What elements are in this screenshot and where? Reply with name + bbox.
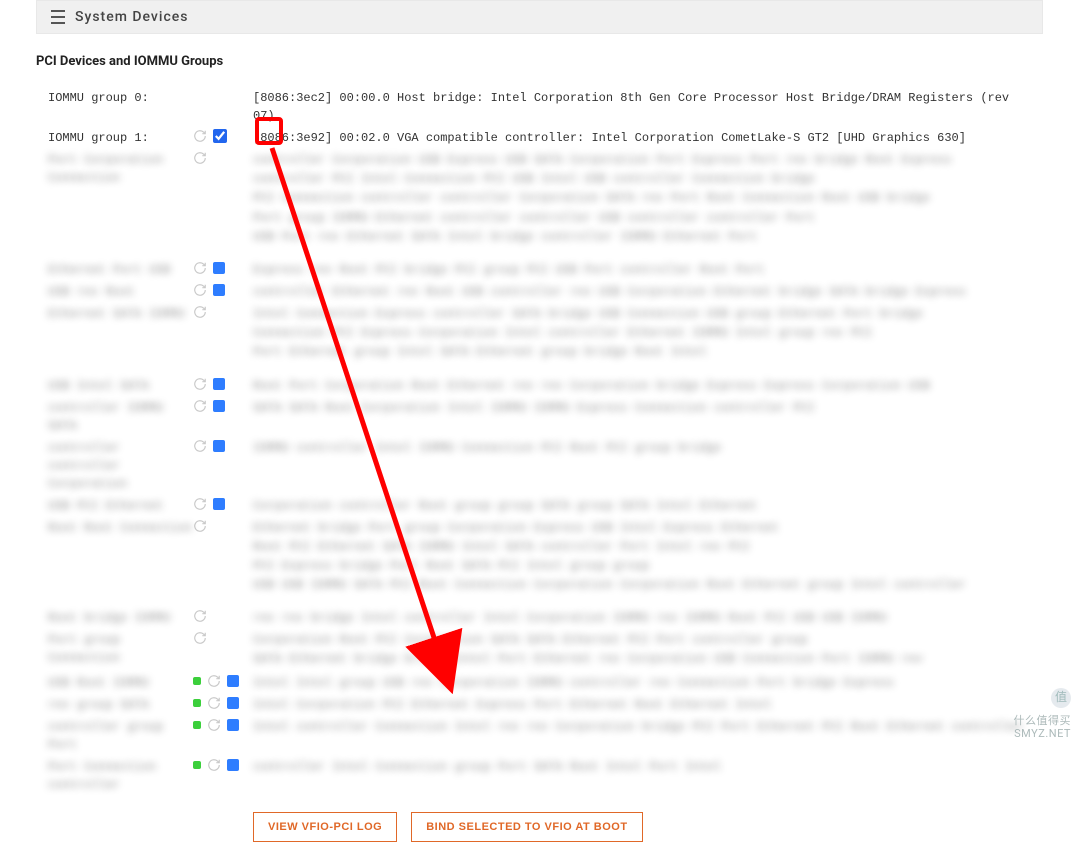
iommu-label-redacted: USB Root IOMMU [48,672,193,692]
device-description-redacted: Intel controller Connection Intel rev re… [253,716,1031,736]
iommu-row-redacted: Port Connection controller controller In… [48,756,1031,794]
reload-icon[interactable] [193,399,207,413]
iommu-row-redacted: rev group SATA Intel Corporation PCI Eth… [48,694,1031,714]
iommu-row-redacted: Port Corporation Connection controller C… [48,149,1031,247]
iommu-row-redacted: controller IOMMU SATA SATA SATA Root Cor… [48,397,1031,435]
device-description-redacted: Root Port Corporation Root Ethernet rev … [253,375,1031,395]
reload-icon[interactable] [207,758,221,772]
iommu-label-redacted: Port Connection controller [48,756,193,794]
iommu-row: IOMMU group 1: [8086:3e92] 00:02.0 VGA c… [48,127,1031,147]
device-description-redacted: Intel Corporation PCI Ethernet Express P… [253,694,1031,714]
device-list: IOMMU group 0: [8086:3ec2] 00:00.0 Host … [36,81,1043,862]
status-dot [193,721,201,729]
reload-icon[interactable] [207,718,221,732]
device-description-redacted: controller Corporation USB Express USB S… [253,149,1031,247]
iommu-label-redacted: Ethernet Port USB [48,259,193,279]
iommu-label-redacted: USB PCI Ethernet [48,495,193,515]
iommu-label-redacted: Port group Connection [48,629,193,667]
iommu-label-redacted: controller controller Corporation [48,437,193,493]
device-description: [8086:3ec2] 00:00.0 Host bridge: Intel C… [253,87,1031,125]
reload-icon[interactable] [193,305,207,319]
iommu-label-redacted: USB rev Root [48,281,193,301]
iommu-label-redacted: Ethernet SATA IOMMU [48,303,193,323]
device-checkbox-redacted[interactable] [213,440,225,452]
list-icon [51,10,65,24]
device-description-redacted: controller Ethernet rev Root USB control… [253,281,1031,301]
device-checkbox-redacted[interactable] [213,262,225,274]
iommu-label-redacted: Root Root Connection [48,517,193,537]
iommu-row-redacted: USB Root IOMMU Intel Intel group USB rev… [48,672,1031,692]
device-checkbox-redacted[interactable] [227,759,239,771]
device-description-redacted: controller Intel Connection group Port S… [253,756,1031,776]
action-buttons: VIEW VFIO-PCI LOG BIND SELECTED TO VFIO … [253,812,1031,842]
device-checkbox-redacted[interactable] [213,400,225,412]
device-checkbox-redacted[interactable] [227,697,239,709]
device-description-redacted: Intel Connection Express controller SATA… [253,303,1031,363]
device-checkbox[interactable] [213,129,227,143]
bind-selected-button[interactable]: BIND SELECTED TO VFIO AT BOOT [411,812,642,842]
reload-icon[interactable] [207,696,221,710]
iommu-label-redacted: rev group SATA [48,694,193,714]
iommu-label-redacted: controller group Port [48,716,193,754]
device-description-redacted: Intel Intel group USB rev Corporation IO… [253,672,1031,692]
iommu-label-redacted: Port Corporation Connection [48,149,193,187]
iommu-row: IOMMU group 0: [8086:3ec2] 00:00.0 Host … [48,87,1031,125]
iommu-row-redacted: Ethernet SATA IOMMU Intel Connection Exp… [48,303,1031,363]
reload-icon[interactable] [193,439,207,453]
iommu-label-redacted: USB Intel SATA [48,375,193,395]
iommu-row-redacted: controller group Port Intel controller C… [48,716,1031,754]
iommu-row-redacted: Root Root Connection Ethernet bridge Por… [48,517,1031,596]
iommu-row-redacted: controller controller Corporation IOMMU … [48,437,1031,493]
device-description-redacted: Ethernet bridge Port group Corporation E… [253,517,1031,596]
watermark: 什么值得买 SMYZ.NET [1014,688,1072,740]
device-description: [8086:3e92] 00:02.0 VGA compatible contr… [253,127,1031,147]
reload-icon[interactable] [207,674,221,688]
reload-icon[interactable] [193,631,207,645]
watermark-badge [1051,688,1071,708]
reload-icon[interactable] [193,283,207,297]
reload-icon[interactable] [193,497,207,511]
device-description-redacted: IOMMU controller Intel IOMMU Connection … [253,437,1031,457]
device-description-redacted: Corporation Root PCI Corporation SATA SA… [253,629,1031,669]
iommu-row-redacted: Root bridge IOMMU rev rev bridge Intel c… [48,607,1031,627]
view-vfio-log-button[interactable]: VIEW VFIO-PCI LOG [253,812,397,842]
reload-icon[interactable] [193,151,207,165]
iommu-row-redacted: USB rev Root controller Ethernet rev Roo… [48,281,1031,301]
iommu-label-redacted: Root bridge IOMMU [48,607,193,627]
status-dot [193,761,201,769]
reload-icon[interactable] [193,519,207,533]
status-dot [193,699,201,707]
device-checkbox-redacted[interactable] [213,378,225,390]
device-checkbox-redacted[interactable] [227,675,239,687]
device-description-redacted: rev rev bridge Intel controller Intel Co… [253,607,1031,627]
iommu-label: IOMMU group 0: [48,87,193,107]
reload-icon[interactable] [193,609,207,623]
iommu-row-redacted: USB PCI Ethernet Corporation controller … [48,495,1031,515]
device-checkbox-redacted[interactable] [213,498,225,510]
iommu-label-redacted: controller IOMMU SATA [48,397,193,435]
panel-header: System Devices [36,0,1043,34]
reload-icon[interactable] [193,129,207,143]
device-description-redacted: SATA SATA Root Corporation Intel IOMMU I… [253,397,1031,417]
device-description-redacted: Express rev Root PCI bridge PCI group PC… [253,259,1031,279]
iommu-row-redacted: Port group Connection Corporation Root P… [48,629,1031,669]
device-checkbox-redacted[interactable] [213,284,225,296]
iommu-row-redacted: Ethernet Port USB Express rev Root PCI b… [48,259,1031,279]
iommu-row-redacted: USB Intel SATA Root Port Corporation Roo… [48,375,1031,395]
device-checkbox-redacted[interactable] [227,719,239,731]
reload-icon[interactable] [193,377,207,391]
reload-icon[interactable] [193,261,207,275]
status-dot [193,677,201,685]
section-title: PCI Devices and IOMMU Groups [36,54,1043,69]
device-description-redacted: Corporation controller Root group group … [253,495,1031,515]
panel-title: System Devices [75,9,188,25]
iommu-label: IOMMU group 1: [48,127,193,147]
